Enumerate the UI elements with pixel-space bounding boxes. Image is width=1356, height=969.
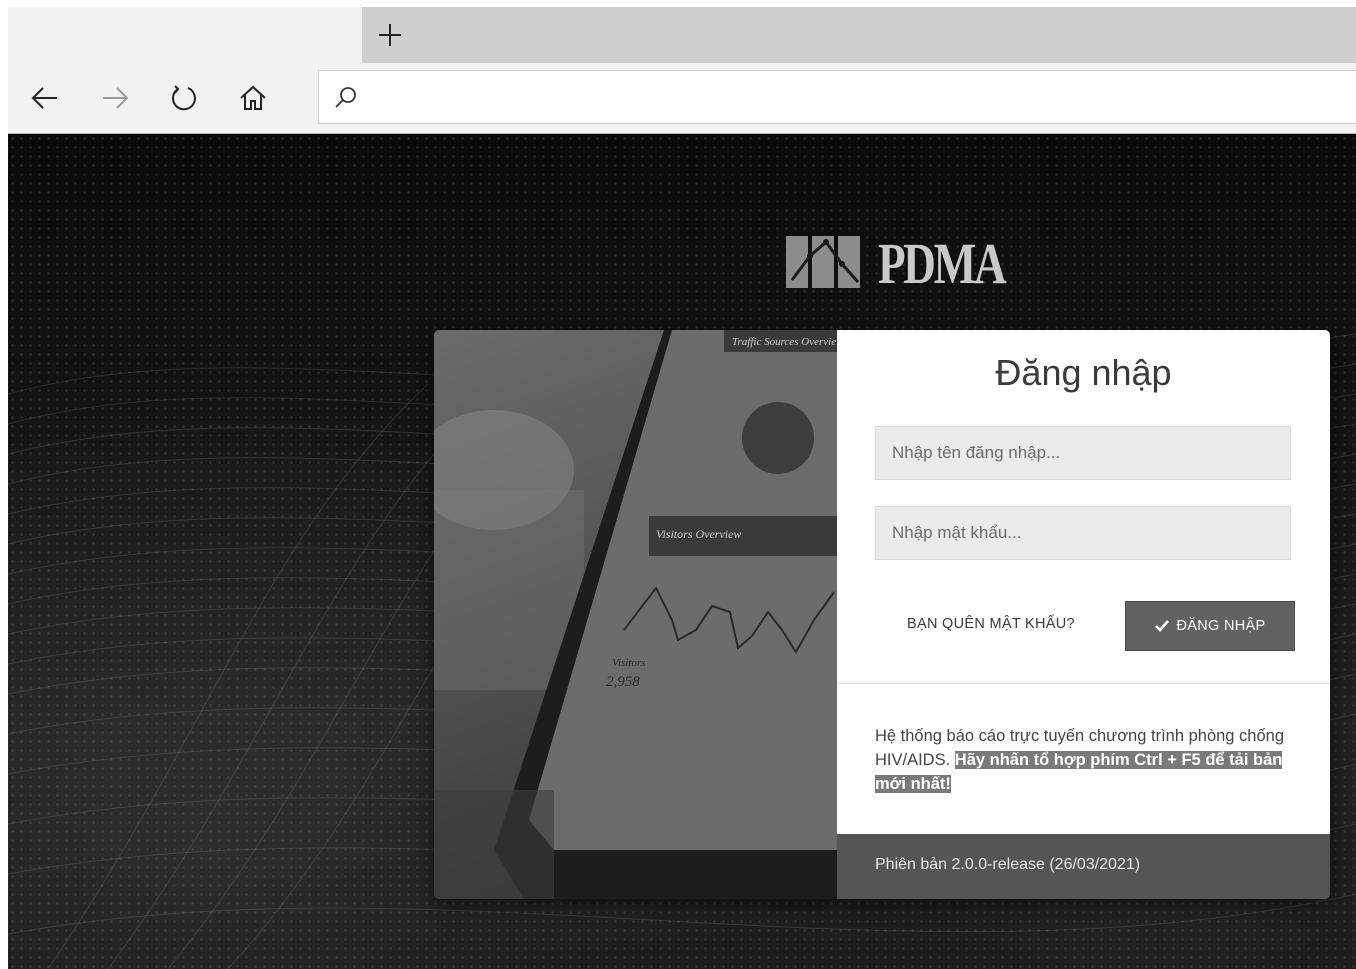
login-page: PDMA Traffic Sources Overview Visitors O… (8, 134, 1356, 969)
tablet-visitors-label: Visitors (612, 657, 645, 669)
pdma-logo: PDMA (786, 231, 1007, 296)
login-form: Đăng nhập BẠN QUÊN MẬT KHẨU? ĐĂNG NHẬP H… (837, 330, 1330, 834)
active-tab[interactable] (8, 7, 362, 63)
login-button[interactable]: ĐĂNG NHẬP (1125, 601, 1295, 651)
forward-button[interactable] (94, 77, 136, 119)
login-card: Traffic Sources Overview Visitors Overvi… (434, 330, 1330, 899)
password-input[interactable] (876, 507, 1290, 559)
logo-mark-icon (786, 236, 860, 288)
logo-text: PDMA (878, 231, 1007, 296)
plus-icon (379, 24, 401, 46)
form-divider (837, 683, 1330, 684)
login-title: Đăng nhập (995, 352, 1172, 393)
tablet-visitors-value: 2,958 (606, 674, 640, 690)
refresh-icon (171, 85, 196, 111)
home-icon (240, 85, 266, 110)
address-bar[interactable] (318, 70, 1356, 124)
password-field[interactable] (875, 506, 1291, 560)
check-icon (1154, 620, 1169, 632)
login-button-label: ĐĂNG NHẬP (1176, 618, 1266, 634)
arrow-right-icon (103, 87, 129, 109)
tablet-image: Traffic Sources Overview Visitors Overvi… (434, 330, 838, 899)
forgot-password-link[interactable]: BẠN QUÊN MẬT KHẨU? (907, 616, 1075, 632)
arrow-left-icon (31, 87, 57, 109)
tab-strip (8, 7, 1356, 63)
new-tab-button[interactable] (370, 15, 410, 55)
tablet-illustration: Traffic Sources Overview Visitors Overvi… (434, 330, 838, 899)
version-text: Phiên bản 2.0.0-release (26/03/2021) (875, 856, 1141, 873)
browser-toolbar (8, 63, 1356, 134)
search-icon (335, 87, 356, 108)
system-description: Hệ thống báo cáo trực tuyến chương trình… (875, 724, 1291, 796)
tablet-header2: Visitors Overview (656, 527, 741, 541)
refresh-button[interactable] (163, 77, 205, 119)
username-input[interactable] (876, 427, 1290, 479)
tablet-header1: Traffic Sources Overview (732, 336, 838, 348)
home-button[interactable] (232, 77, 274, 119)
card-footer: Phiên bản 2.0.0-release (26/03/2021) (837, 834, 1330, 899)
back-button[interactable] (24, 77, 66, 119)
username-field[interactable] (875, 426, 1291, 480)
